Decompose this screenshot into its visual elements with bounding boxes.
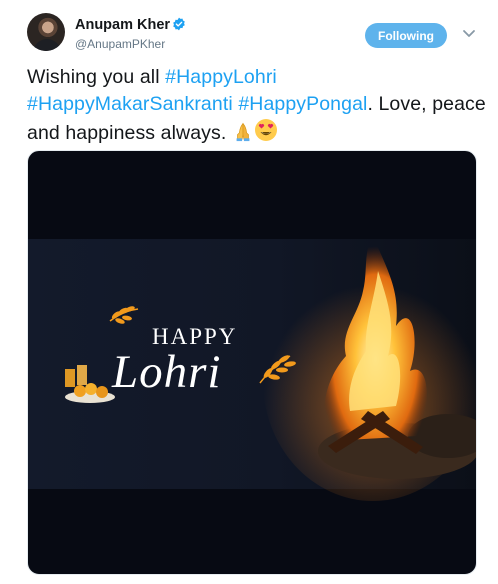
chevron-down-icon[interactable] bbox=[462, 29, 476, 39]
tweet-text: Wishing you all #HappyLohri #HappyMakarS… bbox=[27, 64, 487, 147]
media-caption-lohri: Lohri bbox=[112, 346, 222, 398]
author-name[interactable]: Anupam Kher bbox=[75, 17, 170, 33]
tweet-header: Anupam Kher @AnupamPKher Following bbox=[0, 0, 498, 64]
avatar[interactable] bbox=[27, 13, 65, 51]
heart-eyes-icon bbox=[254, 119, 277, 141]
wheat-sprig-icon bbox=[109, 306, 139, 324]
following-button[interactable]: Following bbox=[365, 23, 447, 48]
sweets-plate-icon bbox=[65, 365, 115, 403]
verified-badge-icon bbox=[173, 17, 185, 31]
author-handle[interactable]: @AnupamPKher bbox=[75, 37, 165, 51]
folded-hands-icon bbox=[236, 122, 250, 142]
hashtag-link[interactable]: #HappyLohri bbox=[165, 66, 277, 88]
tweet-media-image[interactable]: HAPPY Lohri bbox=[27, 150, 477, 575]
tweet-text-segment: Wishing you all bbox=[27, 66, 166, 88]
hashtag-link[interactable]: #HappyMakarSankranti bbox=[27, 93, 233, 115]
lohri-artwork bbox=[65, 236, 476, 501]
hashtag-link[interactable]: #HappyPongal bbox=[238, 93, 367, 115]
